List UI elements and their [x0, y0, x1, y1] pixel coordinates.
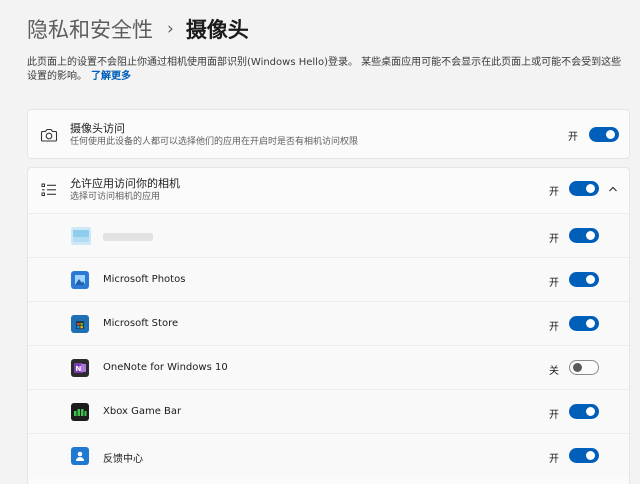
photos-icon	[71, 271, 89, 289]
camera-access-toggle[interactable]	[589, 127, 619, 142]
app-toggle[interactable]	[569, 360, 599, 375]
app-toggle[interactable]	[569, 448, 599, 463]
app-name: OneNote for Windows 10	[103, 362, 228, 373]
store-icon	[71, 315, 89, 333]
app-access-subtitle: 选择可访问相机的应用	[70, 192, 161, 202]
breadcrumb-parent-privacy[interactable]: 隐私和安全性	[27, 14, 153, 44]
app-state: 开	[549, 278, 559, 289]
app-state: 开	[549, 322, 559, 333]
app-access-toggle[interactable]	[569, 181, 599, 196]
app-list-icon	[41, 183, 56, 196]
camera-access-titles: 摄像头访问 任何使用此设备的人都可以选择他们的应用在开启时是否有相机访问权限	[70, 121, 358, 149]
app-toggle[interactable]	[569, 404, 599, 419]
app-name: Microsoft Store	[103, 318, 179, 329]
page-description: 此页面上的设置不会阻止你通过相机使用面部识别(Windows Hello)登录。…	[27, 56, 627, 84]
app-access-title: 允许应用访问你的相机	[70, 177, 180, 190]
breadcrumb-separator-icon: ›	[167, 19, 174, 39]
camera-access-card: 摄像头访问 任何使用此设备的人都可以选择他们的应用在开启时是否有相机访问权限 开	[27, 109, 630, 159]
app-name: 反馈中心	[103, 454, 143, 465]
app-name: Microsoft Photos	[103, 274, 186, 285]
toggle-knob	[586, 451, 595, 460]
toggle-knob	[586, 231, 595, 240]
app-row-0: 开	[28, 213, 629, 257]
app-name: Xbox Game Bar	[103, 406, 182, 417]
camera-access-subtitle: 任何使用此设备的人都可以选择他们的应用在开启时是否有相机访问权限	[70, 137, 359, 147]
toggle-knob	[586, 184, 595, 193]
app-row-store: Microsoft Store 开	[28, 301, 629, 345]
chevron-up-icon[interactable]	[608, 184, 618, 194]
toggle-knob	[586, 407, 595, 416]
camera-access-title: 摄像头访问	[70, 122, 125, 135]
app-toggle[interactable]	[569, 316, 599, 331]
onenote-icon: N	[71, 359, 89, 377]
camera-access-state: 开	[568, 132, 578, 143]
toggle-knob	[573, 363, 582, 372]
app-state: 开	[549, 234, 559, 245]
camera-icon	[40, 128, 58, 142]
app-state: 开	[549, 454, 559, 465]
xbox-game-bar-icon	[71, 403, 89, 421]
app-state: 关	[549, 366, 559, 377]
app-toggle[interactable]	[569, 228, 599, 243]
app-row-onenote: N OneNote for Windows 10 关	[28, 345, 629, 389]
app-state: 开	[549, 410, 559, 421]
feedback-hub-icon	[71, 447, 89, 465]
toggle-knob	[586, 275, 595, 284]
svg-text:N: N	[76, 365, 82, 373]
blurred-app-name	[103, 233, 153, 241]
page-title: 摄像头	[185, 18, 249, 42]
learn-more-link[interactable]: 了解更多	[91, 71, 131, 82]
app-access-titles: 允许应用访问你的相机 选择可访问相机的应用	[70, 176, 180, 204]
toggle-knob	[586, 319, 595, 328]
app-row-photos: Microsoft Photos 开	[28, 257, 629, 301]
app-access-state: 开	[549, 187, 559, 198]
camera-access-row: 摄像头访问 任何使用此设备的人都可以选择他们的应用在开启时是否有相机访问权限 开	[28, 110, 629, 160]
blurred-app-icon	[71, 227, 91, 245]
app-row-xbox: Xbox Game Bar 开	[28, 389, 629, 433]
app-access-header-row[interactable]: 允许应用访问你的相机 选择可访问相机的应用 开	[28, 168, 629, 213]
breadcrumb: 隐私和安全性 › 摄像头	[27, 12, 249, 46]
app-row-feedback-hub: 反馈中心 开	[28, 433, 629, 477]
app-toggle[interactable]	[569, 272, 599, 287]
app-access-card: 允许应用访问你的相机 选择可访问相机的应用 开 开 Microsoft Phot…	[27, 167, 630, 484]
toggle-knob	[606, 130, 615, 139]
